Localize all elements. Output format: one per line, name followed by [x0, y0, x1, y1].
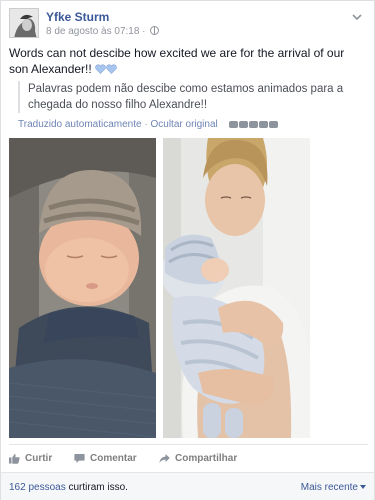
author-avatar[interactable]	[9, 8, 39, 38]
likes-footer: 162 pessoas curtiram isso. Mais recente	[1, 472, 374, 500]
photo-mother-and-baby-image	[163, 138, 310, 438]
post-text-body: Words can not descibe how excited we are…	[9, 46, 345, 76]
photo-baby-sleeping-image	[9, 138, 156, 438]
thumbs-up-icon	[9, 454, 20, 464]
likes-summary: 162 pessoas curtiram isso.	[9, 482, 128, 493]
post-actions: Curtir Comentar Compartilhar	[9, 450, 368, 468]
like-label: Curtir	[25, 453, 53, 464]
likes-suffix: curtiram isso.	[68, 482, 128, 493]
translation-rating[interactable]	[228, 120, 279, 131]
speech-bubble-icon	[74, 454, 85, 463]
post-meta: 8 de agosto às 07:18 ·	[46, 26, 160, 37]
photo-baby-sleeping[interactable]	[9, 138, 156, 438]
comment-label: Comentar	[90, 453, 137, 464]
share-button[interactable]: Compartilhar	[159, 453, 237, 464]
blue-heart-icon	[106, 64, 117, 74]
share-arrow-icon	[159, 454, 170, 463]
avatar-image	[10, 9, 38, 37]
separator: ·	[144, 119, 148, 130]
divider	[9, 444, 368, 445]
auto-translated-label[interactable]: Traduzido automaticamente	[18, 119, 142, 130]
translated-text: Palavras podem não descibe como estamos …	[18, 81, 368, 113]
globe-icon[interactable]	[150, 26, 160, 35]
comment-button[interactable]: Comentar	[74, 453, 137, 464]
post-header: Yfke Sturm 8 de agosto às 07:18 ·	[9, 8, 368, 42]
photo-mother-and-baby[interactable]	[163, 138, 310, 438]
like-button[interactable]: Curtir	[9, 453, 52, 464]
sort-comments-dropdown[interactable]: Mais recente	[301, 482, 366, 493]
chevron-down-icon[interactable]	[350, 10, 364, 24]
post-timestamp[interactable]: 8 de agosto às 07:18 ·	[46, 26, 146, 37]
blue-heart-icon	[95, 64, 106, 74]
hide-original-link[interactable]: Ocultar original	[151, 119, 218, 130]
sort-label: Mais recente	[300, 482, 358, 493]
post-card: Yfke Sturm 8 de agosto às 07:18 · Words …	[0, 0, 375, 500]
translation-meta: Traduzido automaticamente · Ocultar orig…	[18, 119, 279, 131]
likes-count-link[interactable]: 162 pessoas	[9, 482, 66, 493]
post-text: Words can not descibe how excited we are…	[9, 45, 364, 77]
caret-down-icon	[360, 485, 366, 489]
author-name[interactable]: Yfke Sturm	[46, 10, 109, 24]
share-label: Compartilhar	[175, 453, 238, 464]
